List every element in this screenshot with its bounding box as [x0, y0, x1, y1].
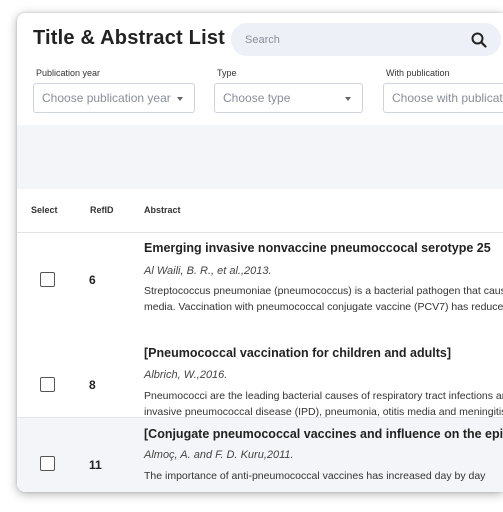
table-row[interactable]: 11 [Conjugate pneumococcal vaccines and …: [17, 418, 503, 492]
search-icon[interactable]: [470, 31, 488, 49]
row-abstract-line: media. Vaccination with pneumococcal con…: [144, 301, 503, 313]
row-authors: Almoç, A. and F. D. Kuru,2011.: [144, 449, 294, 461]
row-authors: Al Waili, B. R., et al.,2013.: [144, 265, 272, 277]
row-title[interactable]: [Pneumococcal vaccination for children a…: [144, 346, 451, 360]
row-abstract-line: Streptococcus pneumoniae (pneumococcus) …: [144, 285, 503, 297]
row-abstract-line: Pneumococci are the leading bacterial ca…: [144, 390, 503, 402]
row-title[interactable]: Emerging invasive nonvaccine pneumoccoca…: [144, 241, 491, 255]
row-abstract-line: The importance of anti-pneumococcal vacc…: [144, 470, 486, 482]
type-select[interactable]: Choose type: [214, 83, 363, 113]
publication-year-label: Publication year: [36, 68, 101, 78]
row-select-checkbox[interactable]: [40, 456, 55, 471]
chevron-down-icon: [177, 97, 183, 101]
page-title: Title & Abstract List: [33, 27, 226, 49]
toolbar-area: [17, 125, 503, 189]
table-row[interactable]: 8 [Pneumococcal vaccination for children…: [17, 327, 503, 418]
search-bar: [231, 23, 501, 56]
type-placeholder: Choose type: [223, 91, 291, 105]
search-input[interactable]: [245, 31, 445, 49]
row-title[interactable]: [Conjugate pneumococcal vaccines and inf…: [144, 427, 503, 441]
row-authors: Albrich, W.,2016.: [144, 369, 228, 381]
with-publication-label: With publication: [386, 68, 450, 78]
column-header-refid[interactable]: RefID: [90, 205, 114, 215]
with-publication-placeholder: Choose with publication: [392, 91, 503, 105]
table-header: Select RefID Abstract: [17, 189, 503, 233]
column-header-abstract[interactable]: Abstract: [144, 205, 181, 215]
type-label: Type: [217, 68, 237, 78]
row-refid: 11: [89, 458, 102, 472]
row-select-checkbox[interactable]: [40, 377, 55, 392]
row-select-checkbox[interactable]: [40, 272, 55, 287]
publication-year-placeholder: Choose publication year: [42, 91, 171, 105]
row-refid: 6: [89, 273, 96, 287]
column-header-select: Select: [31, 205, 58, 215]
title-abstract-panel: Title & Abstract List Publication year T…: [17, 13, 503, 492]
with-publication-select[interactable]: Choose with publication: [383, 83, 503, 113]
chevron-down-icon: [345, 97, 351, 101]
publication-year-select[interactable]: Choose publication year: [33, 83, 195, 113]
row-refid: 8: [89, 378, 96, 392]
